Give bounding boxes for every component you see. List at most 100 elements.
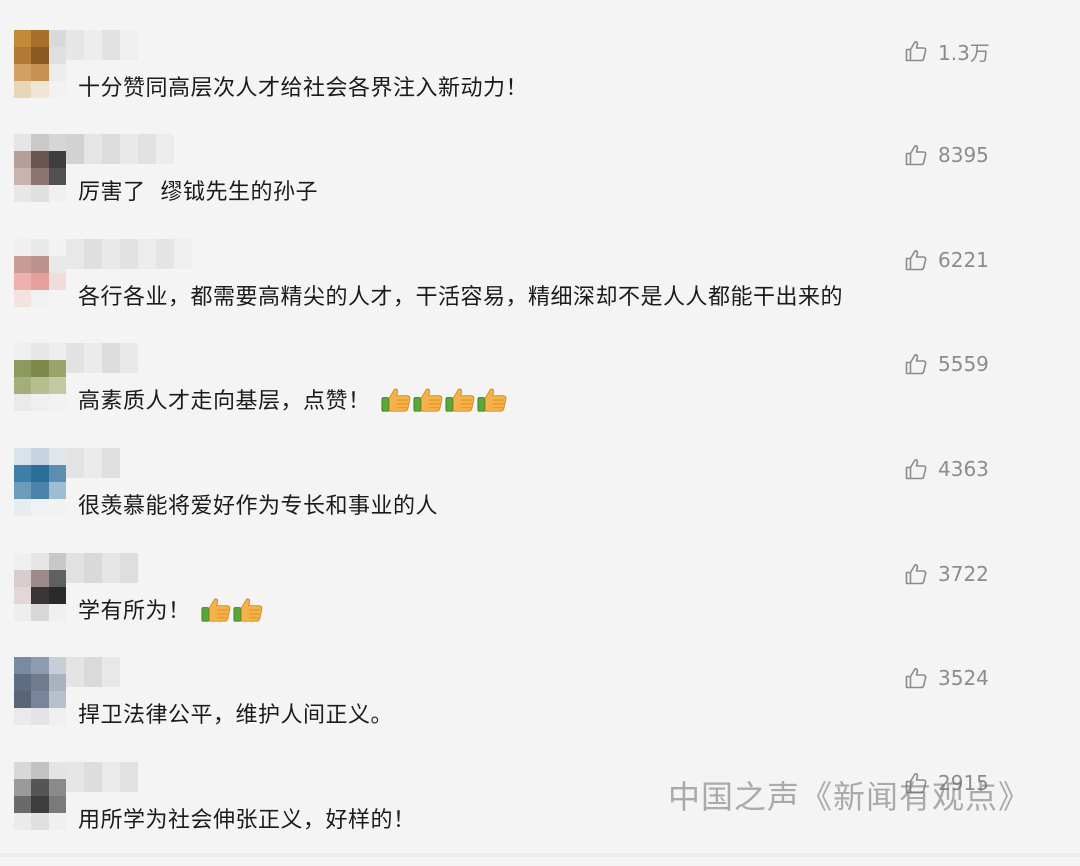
avatar[interactable] [14, 553, 66, 621]
avatar-pixel [48, 570, 66, 587]
avatar-pixel [31, 151, 49, 168]
avatar-pixel [48, 674, 66, 691]
username-blurred[interactable] [66, 657, 120, 687]
avatar[interactable] [14, 762, 66, 830]
username-pixel [102, 239, 120, 269]
avatar-pixel [31, 185, 49, 202]
avatar-pixel [31, 779, 49, 796]
avatar[interactable] [14, 30, 66, 98]
comment-text: 用所学为社会伸张正义，好样的！ [78, 802, 416, 834]
avatar-pixel [31, 360, 49, 377]
avatar[interactable] [14, 239, 66, 307]
avatar-pixel [14, 256, 32, 273]
avatar-pixel [14, 762, 32, 779]
comment-item: 捍卫法律公平，维护人间正义。 3524 [0, 657, 1080, 761]
avatar-pixel [31, 604, 49, 621]
avatar-pixel [14, 134, 32, 151]
username-pixel [174, 239, 192, 269]
avatar-pixel [31, 377, 49, 394]
avatar-pixel [31, 394, 49, 411]
username-pixel [66, 343, 84, 373]
username-pixel [84, 657, 102, 687]
avatar-pixel [14, 81, 32, 98]
username-pixel [66, 657, 84, 687]
avatar-pixel [31, 499, 49, 516]
like-button[interactable]: 1.3万 [904, 36, 990, 66]
username-pixel [120, 343, 138, 373]
username-blurred[interactable] [66, 134, 174, 164]
comment-text: 十分赞同高层次人才给社会各界注入新动力！ [78, 70, 528, 102]
avatar[interactable] [14, 343, 66, 411]
like-button[interactable]: 8395 [904, 140, 989, 170]
avatar-pixel [48, 151, 66, 168]
username-pixel [84, 762, 102, 792]
username-blurred[interactable] [66, 30, 138, 60]
avatar-pixel [48, 256, 66, 273]
avatar-pixel [14, 570, 32, 587]
avatar-pixel [14, 448, 32, 465]
username-blurred[interactable] [66, 239, 192, 269]
like-button[interactable]: 4363 [904, 454, 989, 484]
username-pixel [84, 134, 102, 164]
username-blurred[interactable] [66, 343, 138, 373]
thumbs-up-icon [905, 145, 927, 166]
like-button[interactable]: 6221 [904, 245, 989, 275]
avatar-pixel [48, 360, 66, 377]
username-pixel [84, 448, 102, 478]
avatar[interactable] [14, 448, 66, 516]
username-blurred[interactable] [66, 553, 138, 583]
thumbs-up-icon [905, 564, 927, 585]
comment-text-content: 高素质人才走向基层，点赞！ [78, 389, 371, 414]
avatar-pixel [48, 377, 66, 394]
avatar-pixel [31, 239, 49, 256]
avatar-pixel [48, 168, 66, 185]
thumbs-up-icon [905, 668, 927, 689]
username-pixel [66, 762, 84, 792]
avatar-pixel [48, 482, 66, 499]
username-blurred[interactable] [66, 762, 138, 792]
username-pixel [84, 343, 102, 373]
username-pixel [120, 239, 138, 269]
comment-text: 各行各业，都需要高精尖的人才，干活容易，精细深却不是人人都能干出来的 [78, 279, 843, 311]
username-pixel [66, 30, 84, 60]
thumbs-up-icon [905, 459, 927, 480]
comment-text: 很羡慕能将爱好作为专长和事业的人 [78, 488, 438, 520]
avatar[interactable] [14, 134, 66, 202]
username-pixel [66, 134, 84, 164]
like-button[interactable]: 3722 [904, 559, 989, 589]
like-count: 6221 [938, 248, 989, 272]
comment-text-content: 用所学为社会伸张正义，好样的！ [78, 808, 416, 833]
like-button[interactable]: 3524 [904, 663, 989, 693]
avatar-pixel [14, 553, 32, 570]
avatar-pixel [31, 64, 49, 81]
avatar-pixel [31, 570, 49, 587]
avatar-pixel [14, 394, 32, 411]
avatar-pixel [48, 448, 66, 465]
avatar-pixel [14, 708, 32, 725]
username-pixel [120, 762, 138, 792]
avatar-pixel [31, 273, 49, 290]
avatar-pixel [14, 674, 32, 691]
avatar-pixel [31, 691, 49, 708]
like-count: 3524 [938, 666, 989, 690]
avatar-pixel [31, 343, 49, 360]
avatar-pixel [48, 394, 66, 411]
emoji-group [381, 386, 509, 414]
username-blurred[interactable] [66, 448, 120, 478]
avatar-pixel [31, 168, 49, 185]
username-pixel [120, 553, 138, 583]
username-pixel [84, 553, 102, 583]
avatar-pixel [31, 762, 49, 779]
avatar-pixel [14, 465, 32, 482]
avatar-pixel [48, 134, 66, 151]
comment-text: 学有所为！ [78, 593, 265, 625]
avatar-pixel [31, 708, 49, 725]
avatar-pixel [48, 343, 66, 360]
avatar-pixel [31, 482, 49, 499]
avatar-pixel [31, 30, 49, 47]
comment-text-content: 厉害了 缪钺先生的孙子 [78, 180, 318, 205]
like-button[interactable]: 5559 [904, 349, 989, 379]
avatar[interactable] [14, 657, 66, 725]
username-pixel [138, 239, 156, 269]
comment-item: 各行各业，都需要高精尖的人才，干活容易，精细深却不是人人都能干出来的 6221 [0, 239, 1080, 343]
